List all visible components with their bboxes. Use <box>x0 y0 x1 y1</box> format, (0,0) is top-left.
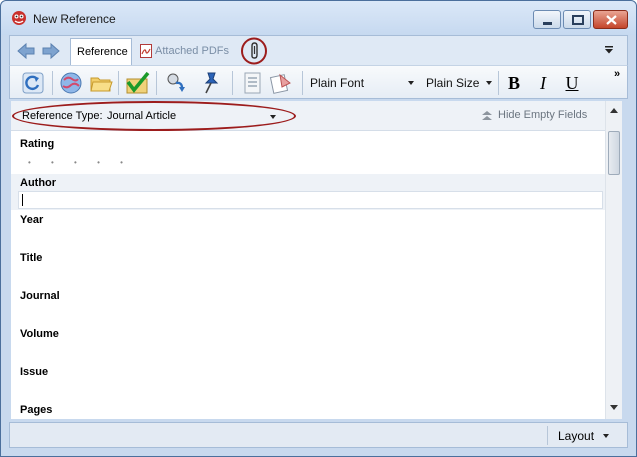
status-separator <box>547 426 548 445</box>
vertical-scrollbar[interactable] <box>605 101 622 419</box>
size-dropdown-arrow-icon <box>486 81 492 85</box>
close-button[interactable] <box>593 10 628 29</box>
reference-type-label: Reference Type: <box>22 110 103 122</box>
status-bar: Layout <box>9 422 628 448</box>
checklist-icon[interactable] <box>240 70 266 96</box>
close-icon <box>606 15 617 25</box>
reference-type-dropdown-arrow-icon[interactable] <box>270 115 276 119</box>
window-title: New Reference <box>33 12 116 26</box>
tab-strip: Reference Attached PDFs <box>9 35 628 66</box>
year-label[interactable]: Year <box>20 214 43 226</box>
size-selector[interactable]: Plain Size <box>426 73 492 93</box>
font-dropdown-arrow-icon <box>408 81 414 85</box>
toolbar-separator <box>302 71 303 95</box>
pushpin-icon[interactable] <box>198 70 224 96</box>
author-label: Author <box>20 177 57 189</box>
forward-arrow-icon[interactable] <box>41 42 61 60</box>
attachment-paperclip-icon[interactable] <box>240 37 268 65</box>
volume-label[interactable]: Volume <box>20 328 59 340</box>
tab-attached-pdfs[interactable]: Attached PDFs <box>134 38 234 66</box>
toolbar: Plain Font Plain Size B I U » <box>9 65 628 99</box>
find-linked-icon[interactable] <box>164 70 190 96</box>
reference-type-bar: Reference Type: Journal Article Hide Emp… <box>11 101 605 131</box>
rating-stars[interactable]: • • • • • <box>28 158 132 167</box>
rating-label: Rating <box>20 138 55 150</box>
maximize-button[interactable] <box>563 10 591 29</box>
font-selector[interactable]: Plain Font <box>310 73 418 93</box>
bold-button[interactable]: B <box>502 71 526 95</box>
back-arrow-icon[interactable] <box>16 42 36 60</box>
tab-reference-label: Reference <box>77 46 128 58</box>
title-bar: New Reference <box>1 1 636 35</box>
author-input[interactable] <box>18 191 603 209</box>
layout-dropdown-arrow-icon[interactable] <box>603 434 609 438</box>
tab-menu-dropdown-icon[interactable] <box>604 46 614 54</box>
toolbar-overflow-button[interactable]: » <box>614 68 620 80</box>
italic-button[interactable]: I <box>531 71 555 95</box>
size-selector-value: Plain Size <box>426 76 480 90</box>
tab-attached-pdfs-label: Attached PDFs <box>155 45 229 57</box>
journal-label[interactable]: Journal <box>20 290 60 302</box>
pdf-icon <box>140 44 152 58</box>
scroll-up-arrow-icon[interactable] <box>610 108 618 113</box>
font-selector-value: Plain Font <box>310 76 365 90</box>
copy-formatted-icon[interactable] <box>268 70 294 96</box>
scroll-thumb[interactable] <box>608 131 620 175</box>
minimize-icon <box>543 22 552 25</box>
reference-type-select[interactable]: Journal Article <box>107 110 176 122</box>
scroll-down-arrow-icon[interactable] <box>610 405 618 410</box>
online-search-globe-icon[interactable] <box>58 70 84 96</box>
minimize-button[interactable] <box>533 10 561 29</box>
open-folder-icon[interactable] <box>88 70 114 96</box>
toolbar-separator <box>156 71 157 95</box>
maximize-icon <box>572 15 584 25</box>
reference-fields: Rating • • • • • Author Year Title Journ… <box>11 131 605 419</box>
toolbar-separator <box>52 71 53 95</box>
underline-button[interactable]: U <box>560 71 584 95</box>
refresh-icon[interactable] <box>20 70 46 96</box>
toolbar-separator <box>498 71 499 95</box>
tab-reference[interactable]: Reference <box>70 38 132 66</box>
text-caret <box>22 194 23 206</box>
toolbar-separator <box>118 71 119 95</box>
reference-window: New Reference Reference Attached PDFs Pl… <box>0 0 637 457</box>
issue-label[interactable]: Issue <box>20 366 48 378</box>
save-checkmark-icon[interactable] <box>124 70 150 96</box>
layout-button[interactable]: Layout <box>558 429 594 443</box>
title-label[interactable]: Title <box>20 252 42 264</box>
double-chevron-up-icon <box>482 111 492 120</box>
pages-label[interactable]: Pages <box>20 404 52 416</box>
hide-empty-fields-label: Hide Empty Fields <box>498 109 588 121</box>
endnote-app-icon <box>12 11 26 25</box>
toolbar-separator <box>232 71 233 95</box>
